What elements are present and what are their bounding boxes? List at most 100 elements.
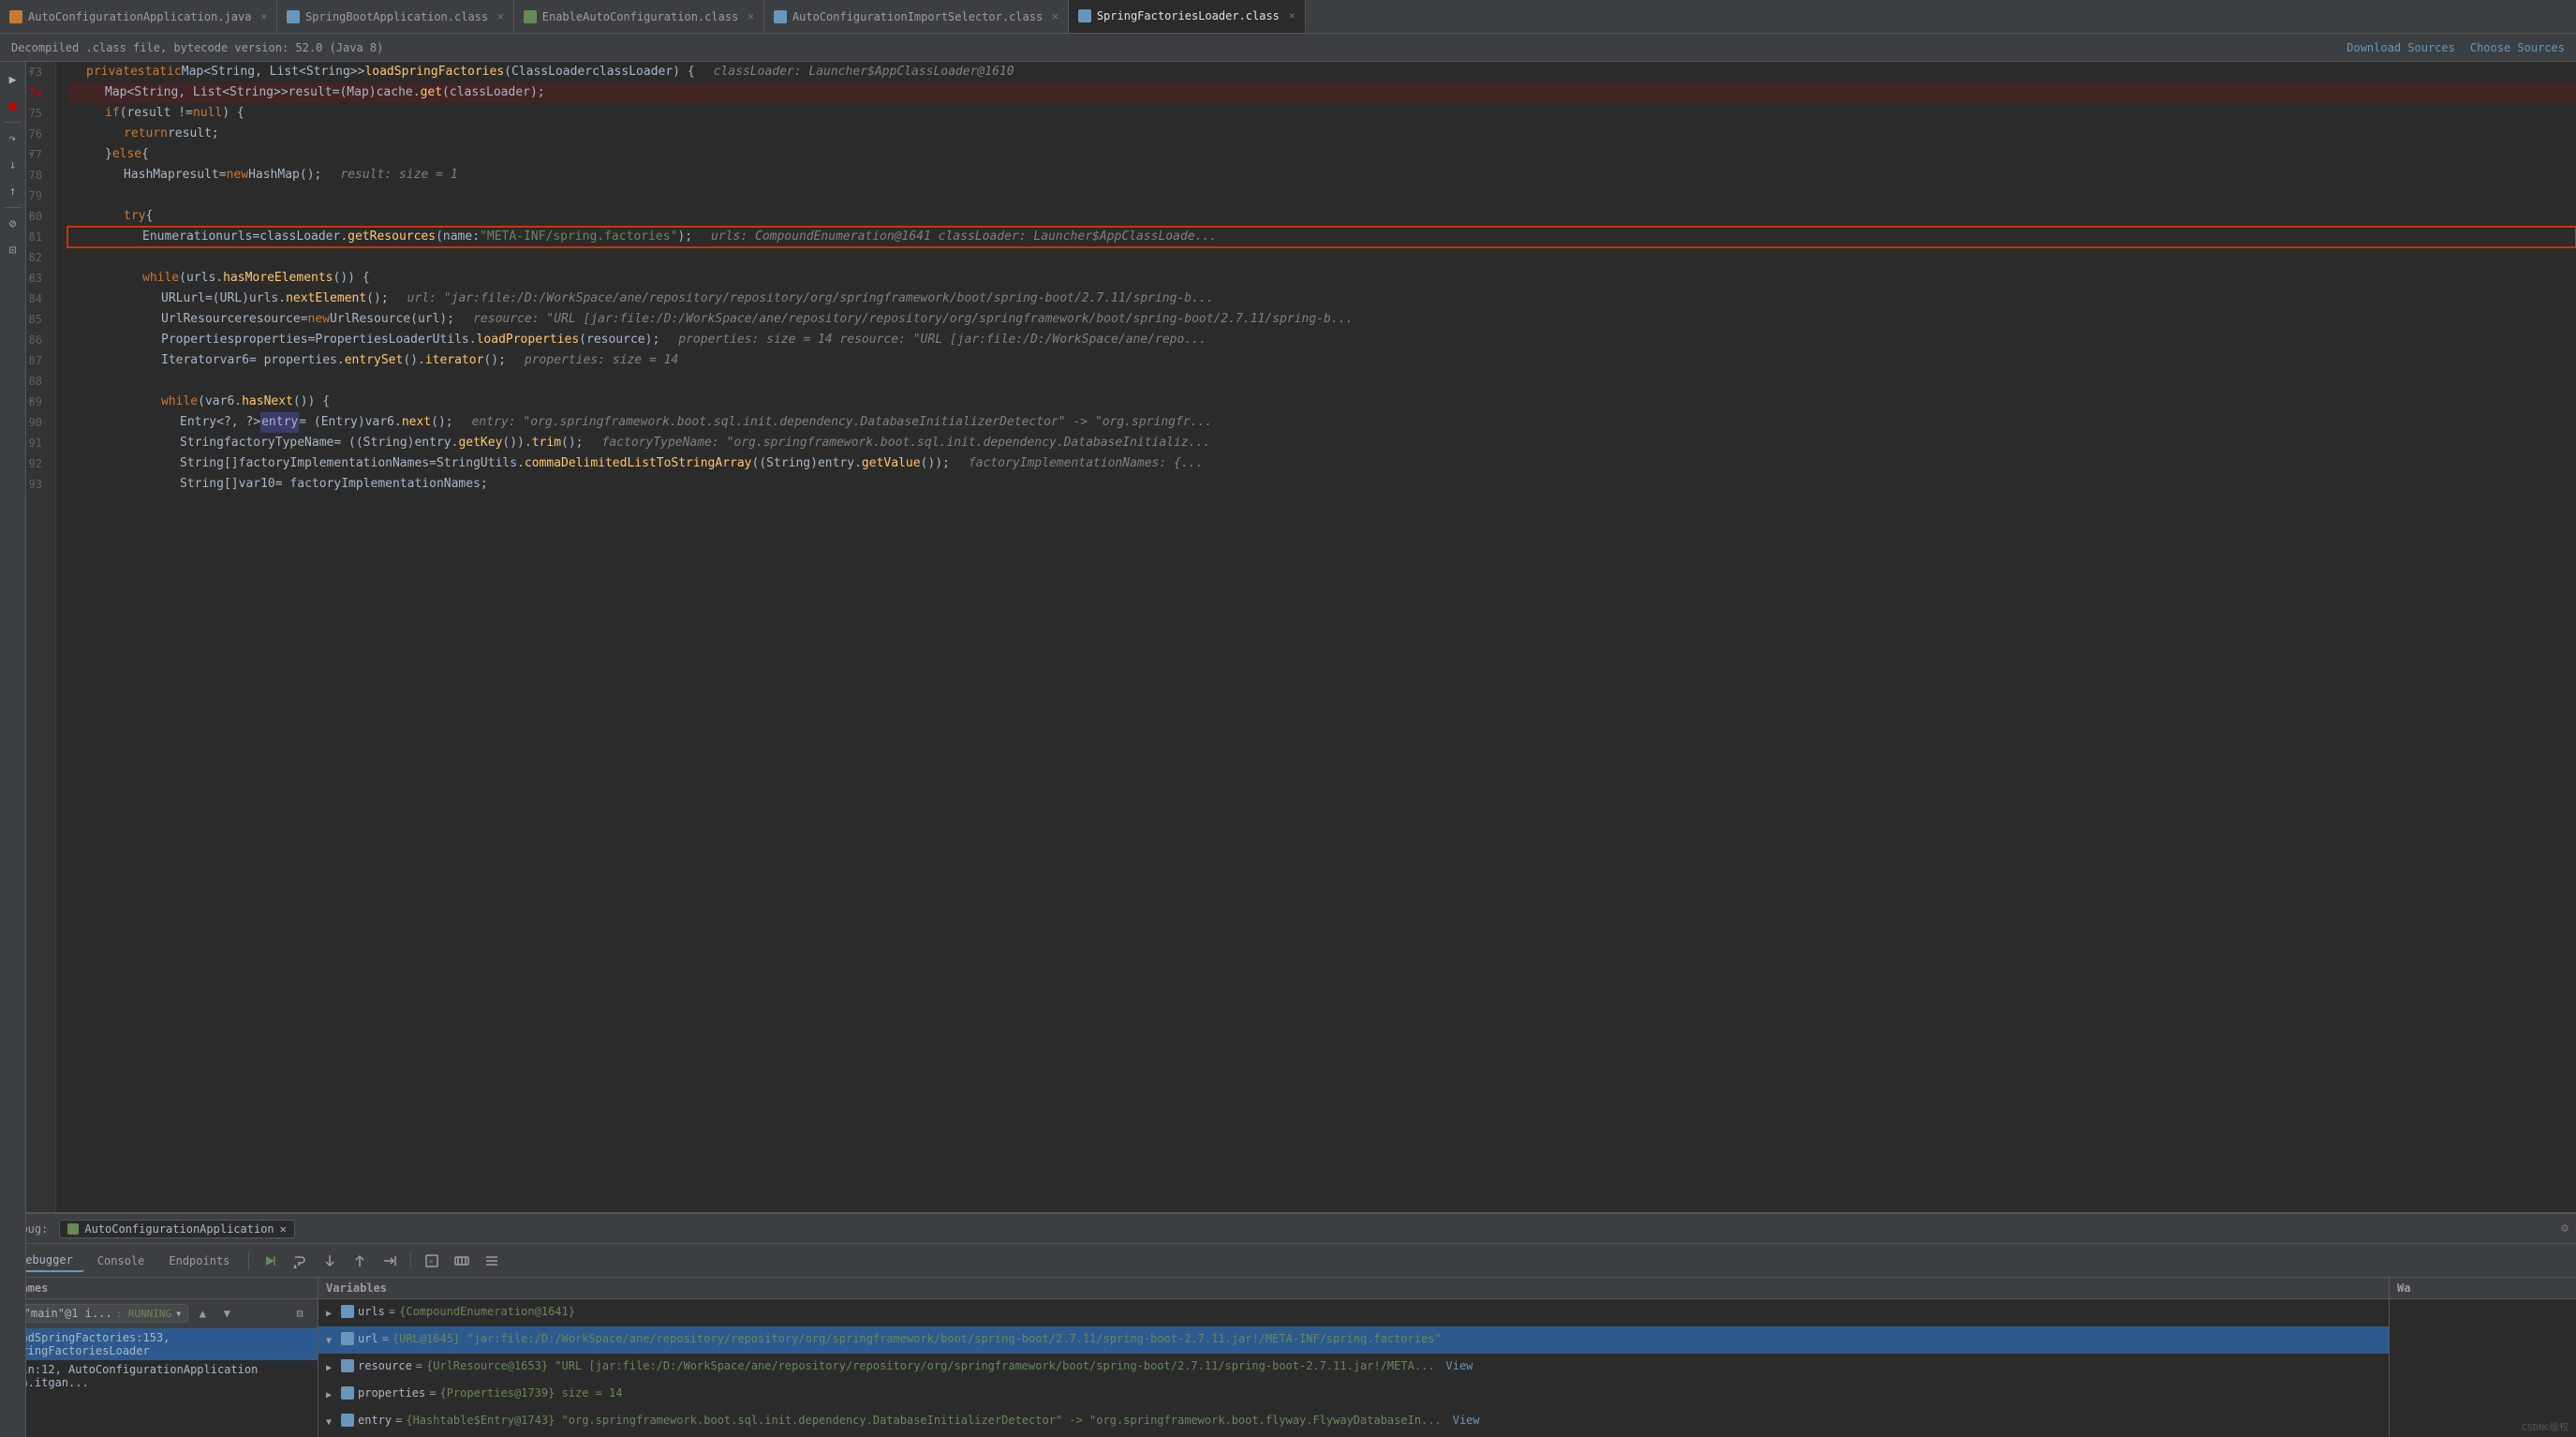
debug-content: Frames ✓ "main"@1 i... : RUNNING ▾ ▲ ▼ ⊟… bbox=[0, 1278, 2576, 1437]
tab-autoconfigurationapplication[interactable]: AutoConfigurationApplication.java ✕ bbox=[0, 0, 277, 33]
resume-btn[interactable] bbox=[257, 1248, 283, 1274]
decompile-info: Decompiled .class file, bytecode version… bbox=[11, 41, 383, 54]
tab-label: AutoConfigurationImportSelector.class bbox=[792, 10, 1043, 23]
toolbar-separator bbox=[248, 1252, 249, 1270]
choose-sources-link[interactable]: Choose Sources bbox=[2470, 41, 2565, 54]
expand-properties[interactable]: ▶ bbox=[326, 1386, 337, 1405]
stop-sidebar-btn[interactable]: ■ bbox=[3, 96, 23, 116]
variable-entry[interactable]: ▼ entry = {Hashtable$Entry@1743} "org.sp… bbox=[318, 1408, 2389, 1435]
variable-resource[interactable]: ▶ resource = {UrlResource@1653} "URL [ja… bbox=[318, 1354, 2389, 1381]
java-file-icon bbox=[9, 10, 22, 23]
tab-close-btn[interactable]: ✕ bbox=[1289, 9, 1295, 22]
download-sources-link[interactable]: Download Sources bbox=[2347, 41, 2455, 54]
step-over-btn[interactable] bbox=[287, 1248, 313, 1274]
code-line-78: HashMap result = new HashMap (); result:… bbox=[67, 165, 2576, 185]
watches-panel-header: Wa bbox=[2390, 1278, 2576, 1299]
frames-panel: Frames ✓ "main"@1 i... : RUNNING ▾ ▲ ▼ ⊟… bbox=[0, 1278, 318, 1437]
frame-item[interactable]: main:12, AutoConfigurationApplication (c… bbox=[0, 1360, 318, 1392]
tab-bar: AutoConfigurationApplication.java ✕ Spri… bbox=[0, 0, 2576, 34]
frame-name: main:12, AutoConfigurationApplication (c… bbox=[7, 1363, 310, 1389]
tab-springfactoriesloader[interactable]: SpringFactoriesLoader.class ✕ bbox=[1069, 0, 1306, 33]
step-out-sidebar-btn[interactable]: ↑ bbox=[3, 181, 23, 201]
var-icon-urls bbox=[341, 1305, 354, 1318]
thread-name: "main"@1 i... bbox=[24, 1307, 112, 1320]
tab-endpoints-label: Endpoints bbox=[169, 1254, 229, 1267]
code-line-92: String[] factoryImplementationNames = St… bbox=[67, 453, 2576, 474]
session-close-btn[interactable]: ✕ bbox=[280, 1222, 287, 1236]
svg-text:=: = bbox=[429, 1258, 433, 1266]
run-to-cursor-btn[interactable] bbox=[377, 1248, 403, 1274]
frame-controls: ✓ "main"@1 i... : RUNNING ▾ ▲ ▼ ⊟ bbox=[0, 1299, 318, 1328]
fold-arrow-80[interactable]: ▾ bbox=[26, 212, 36, 221]
tab-springbootapplication[interactable]: SpringBootApplication.class ✕ bbox=[277, 0, 514, 33]
variables-list: ▶ urls = {CompoundEnumeration@1641} ▼ ur… bbox=[318, 1299, 2389, 1437]
code-line-79 bbox=[67, 185, 2576, 206]
tab-console-label: Console bbox=[97, 1254, 145, 1267]
resume-sidebar-btn[interactable]: ▶ bbox=[3, 69, 23, 90]
threads-btn[interactable] bbox=[479, 1248, 505, 1274]
expand-urls[interactable]: ▶ bbox=[326, 1305, 337, 1324]
variable-urls[interactable]: ▶ urls = {CompoundEnumeration@1641} bbox=[318, 1299, 2389, 1326]
frame-up-btn[interactable]: ▲ bbox=[192, 1303, 213, 1324]
tab-close-btn[interactable]: ✕ bbox=[260, 10, 267, 22]
variables-panel: Variables ▶ urls = {CompoundEnumeration@… bbox=[318, 1278, 2389, 1437]
debug-tabs-area: Debugger Console Endpoints bbox=[7, 1250, 241, 1272]
thread-dropdown[interactable]: ✓ "main"@1 i... : RUNNING ▾ bbox=[7, 1304, 188, 1323]
sidebar-separator2 bbox=[5, 207, 22, 208]
tab-enableautoconfiguration[interactable]: EnableAutoConfiguration.class ✕ bbox=[514, 0, 764, 33]
code-line-81: Enumeration urls = classLoader. getResou… bbox=[67, 227, 2576, 247]
code-line-83: while (urls. hasMoreElements ()) { bbox=[67, 268, 2576, 289]
running-status: : RUNNING bbox=[116, 1308, 172, 1320]
tab-close-btn[interactable]: ✕ bbox=[497, 10, 504, 22]
breakpoints-btn[interactable]: ⊡ bbox=[3, 240, 23, 260]
watches-header-label: Wa bbox=[2397, 1281, 2410, 1295]
debug-session-tab[interactable]: AutoConfigurationApplication ✕ bbox=[59, 1220, 295, 1238]
frames-list: loadSpringFactories:153, SpringFactories… bbox=[0, 1328, 318, 1437]
step-out-btn[interactable] bbox=[347, 1248, 373, 1274]
tab-label: AutoConfigurationApplication.java bbox=[28, 10, 251, 23]
step-into-sidebar-btn[interactable]: ↓ bbox=[3, 155, 23, 175]
keyword: private bbox=[86, 62, 138, 82]
tab-close-btn[interactable]: ✕ bbox=[748, 10, 754, 22]
info-bar-links: Download Sources Choose Sources bbox=[2347, 41, 2565, 54]
view-resource-btn[interactable]: View bbox=[1446, 1356, 1473, 1375]
frame-item[interactable]: loadSpringFactories:153, SpringFactories… bbox=[0, 1328, 318, 1360]
code-line-73: private static Map<String, List<String>>… bbox=[67, 62, 2576, 82]
frame-name: loadSpringFactories:153, SpringFactories… bbox=[7, 1331, 310, 1357]
fold-arrow-77[interactable]: ▾ bbox=[26, 150, 36, 159]
memory-view-btn[interactable] bbox=[449, 1248, 475, 1274]
code-editor: ▾ 73 74 75 76 ▾ 77 78 79 ▾ 80 81 82 ▾ bbox=[0, 62, 2576, 1212]
expand-entry[interactable]: ▼ bbox=[326, 1414, 337, 1432]
frames-panel-header: Frames bbox=[0, 1278, 318, 1299]
step-over-sidebar-btn[interactable]: ↷ bbox=[3, 128, 23, 149]
evaluate-btn[interactable]: = bbox=[419, 1248, 445, 1274]
expand-resource[interactable]: ▶ bbox=[326, 1359, 337, 1378]
fold-arrow-83[interactable]: ▾ bbox=[26, 274, 36, 283]
frame-down-btn[interactable]: ▼ bbox=[216, 1303, 237, 1324]
code-line-75: if (result != null ) { bbox=[67, 103, 2576, 124]
code-line-89: while (var6. hasNext ()) { bbox=[67, 392, 2576, 412]
code-line-90: Entry<?, ?> entry = (Entry)var6. next ()… bbox=[67, 412, 2576, 433]
debug-settings-icon[interactable]: ⚙ bbox=[2561, 1222, 2569, 1236]
filter-frames-btn[interactable]: ⊟ bbox=[289, 1303, 310, 1324]
fold-arrow-89[interactable]: ▾ bbox=[26, 397, 36, 407]
tab-label: SpringFactoriesLoader.class bbox=[1097, 9, 1280, 22]
tab-endpoints[interactable]: Endpoints bbox=[157, 1251, 241, 1271]
code-line-76: return result; bbox=[67, 124, 2576, 144]
variable-url[interactable]: ▼ url = {URL@1645} "jar:file:/D:/WorkSpa… bbox=[318, 1326, 2389, 1354]
view-entry-btn[interactable]: View bbox=[1453, 1411, 1480, 1430]
watermark: CSDN©版权 bbox=[2522, 1419, 2569, 1433]
tab-autoconfigurationimportselector[interactable]: AutoConfigurationImportSelector.class ✕ bbox=[764, 0, 1069, 33]
session-label: AutoConfigurationApplication bbox=[84, 1222, 274, 1236]
step-into-btn[interactable] bbox=[317, 1248, 343, 1274]
info-bar: Decompiled .class file, bytecode version… bbox=[0, 34, 2576, 62]
fold-arrow-73[interactable]: ▾ bbox=[26, 67, 36, 77]
variable-properties[interactable]: ▶ properties = {Properties@1739} size = … bbox=[318, 1381, 2389, 1408]
mute-breakpoints-btn[interactable]: ⊘ bbox=[3, 214, 23, 234]
expand-url[interactable]: ▼ bbox=[326, 1332, 337, 1351]
code-line-91: String factoryTypeName = ((String)entry.… bbox=[67, 433, 2576, 453]
left-debug-toolbar: ▶ ■ ↷ ↓ ↑ ⊘ ⊡ bbox=[0, 62, 26, 1437]
tab-close-btn[interactable]: ✕ bbox=[1052, 10, 1059, 22]
tab-console[interactable]: Console bbox=[86, 1251, 156, 1271]
var-icon-resource bbox=[341, 1359, 354, 1372]
